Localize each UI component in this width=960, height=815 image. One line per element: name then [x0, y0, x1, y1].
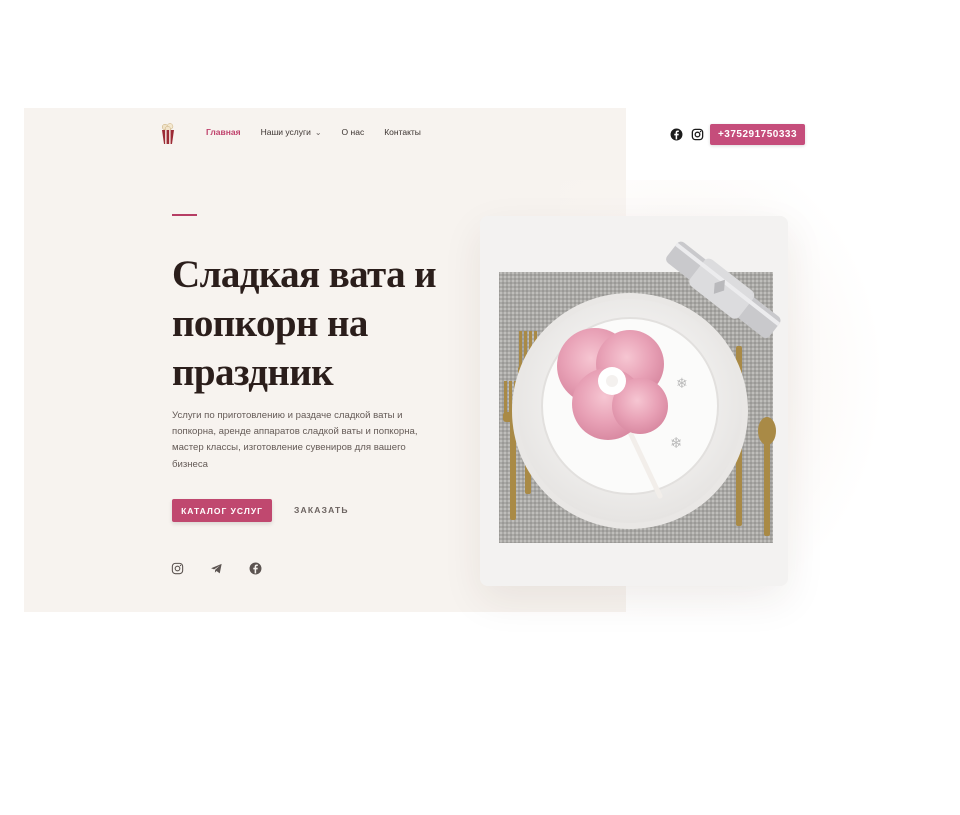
telegram-icon[interactable]: [210, 562, 223, 575]
hero-description: Услуги по приготовлению и раздаче сладко…: [172, 410, 418, 470]
nav-item-home[interactable]: Главная: [206, 127, 241, 137]
nav-item-services[interactable]: Наши услуги ⌄: [261, 127, 322, 137]
svg-text:❄: ❄: [670, 434, 683, 452]
phone-button[interactable]: +375291750333: [710, 124, 805, 145]
hero-photo-card: ❄ ❄: [480, 216, 788, 586]
hero-title: Сладкая вата и попкорн на праздник: [172, 253, 437, 394]
hero-social: [171, 562, 262, 575]
nav-item-about[interactable]: О нас: [342, 127, 365, 137]
accent-line: [172, 214, 197, 216]
svg-text:❄: ❄: [676, 376, 688, 392]
popcorn-icon[interactable]: [161, 123, 175, 145]
instagram-icon[interactable]: [691, 128, 704, 141]
order-link[interactable]: ЗАКАЗАТЬ: [294, 505, 349, 515]
main-nav: Главная Наши услуги ⌄ О нас Контакты: [206, 127, 421, 137]
instagram-icon[interactable]: [171, 562, 184, 575]
facebook-icon[interactable]: [249, 562, 262, 575]
facebook-icon[interactable]: [670, 128, 683, 141]
cotton-candy-plate-image: ❄ ❄: [480, 216, 788, 586]
catalog-button[interactable]: КАТАЛОГ УСЛУГ: [172, 499, 272, 522]
chevron-down-icon: ⌄: [314, 128, 322, 137]
header-social: [670, 128, 704, 141]
nav-item-contacts[interactable]: Контакты: [384, 127, 421, 137]
nav-item-services-label: Наши услуги: [260, 127, 311, 137]
